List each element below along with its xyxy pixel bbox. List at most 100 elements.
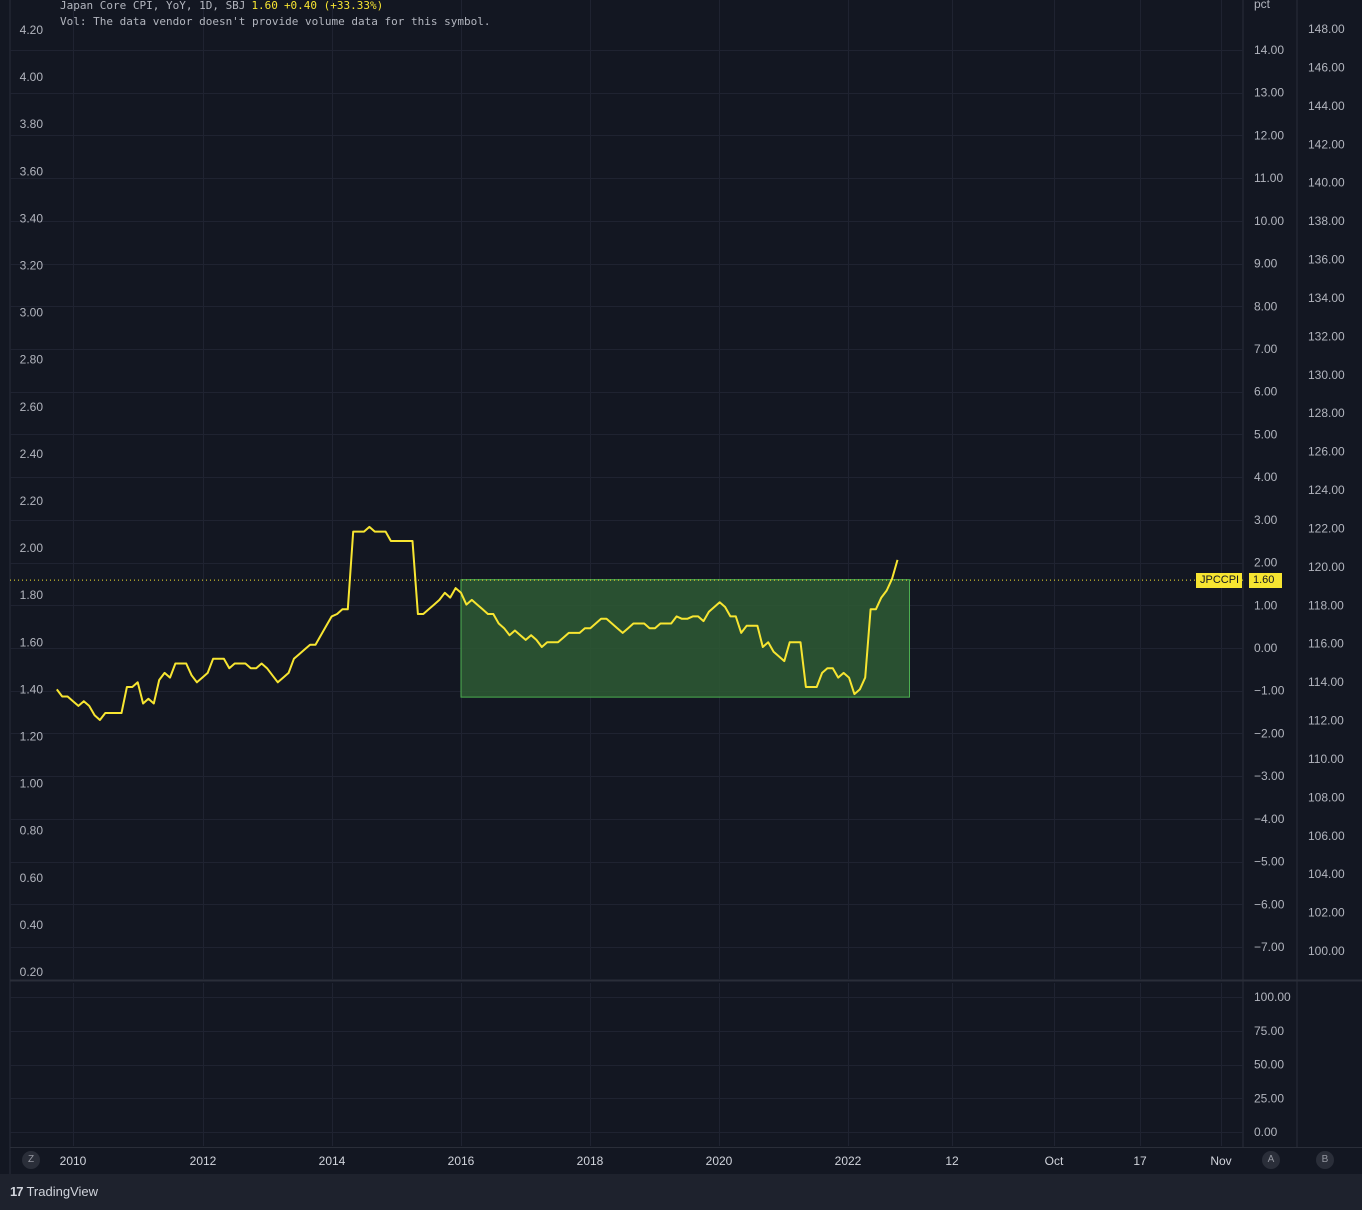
legend-line: Japan Core CPI, YoY, 1D, SBJ 1.60 +0.40 (+… <box>60 0 383 12</box>
x-tick-label: 12 <box>945 1154 959 1168</box>
right-axis-tick: 130.00 <box>1308 368 1345 382</box>
pane-button-b[interactable]: B <box>1316 1151 1334 1169</box>
left-axis-tick: 2.20 <box>20 494 44 508</box>
pct-axis-tick: 2.00 <box>1254 556 1278 570</box>
pct-axis-tick: −3.00 <box>1254 769 1285 783</box>
right-axis-tick: 118.00 <box>1308 598 1344 612</box>
pct-axis-tick: −5.00 <box>1254 855 1285 869</box>
tradingview-logo-icon: 17 <box>10 1184 24 1199</box>
right-axis-tick: 142.00 <box>1308 137 1345 151</box>
left-axis-tick: 0.60 <box>20 871 44 885</box>
pct-axis-tick: −4.00 <box>1254 812 1285 826</box>
x-tick-label: 2016 <box>448 1154 475 1168</box>
x-tick-label: 17 <box>1133 1154 1147 1168</box>
x-tick-label: 2014 <box>319 1154 346 1168</box>
right-axis-tick: 134.00 <box>1308 291 1345 305</box>
pct-axis-tick: 10.00 <box>1254 214 1284 228</box>
left-axis-tick: 2.40 <box>20 447 44 461</box>
pct-axis-tick: 6.00 <box>1254 385 1278 399</box>
x-tick-label: 2012 <box>190 1154 217 1168</box>
pct-axis-tick: −2.00 <box>1254 726 1285 740</box>
x-tick-label: Nov <box>1210 1154 1231 1168</box>
pct-axis-tick: 12.00 <box>1254 128 1284 142</box>
left-axis-tick: 1.00 <box>20 777 44 791</box>
left-axis-tick: 2.60 <box>20 400 44 414</box>
left-axis-tick: 3.60 <box>20 164 44 178</box>
left-axis-tick: 0.40 <box>20 918 44 932</box>
lower-axis-tick: 100.00 <box>1254 990 1291 1004</box>
x-tick-label: 2010 <box>60 1154 87 1168</box>
pct-axis-tick: −7.00 <box>1254 940 1285 954</box>
lower-axis-tick: 50.00 <box>1254 1058 1284 1072</box>
left-axis-tick: 2.00 <box>20 541 44 555</box>
right-axis-tick: 114.00 <box>1308 675 1344 689</box>
pct-axis-tick: 5.00 <box>1254 427 1278 441</box>
lower-axis-tick: 25.00 <box>1254 1091 1284 1105</box>
right-axis-tick: 122.00 <box>1308 521 1345 535</box>
right-axis-tick: 100.00 <box>1308 944 1345 958</box>
last-price-tag: 1.60 <box>1249 573 1282 588</box>
right-axis-tick: 140.00 <box>1308 176 1345 190</box>
x-tick-label: 2020 <box>706 1154 733 1168</box>
chart-canvas[interactable]: 2010 2012 2014 2016 2018 2020 2022 12 Oct 17 Nov 4.… <box>0 0 1362 1174</box>
lower-axis-tick: 75.00 <box>1254 1024 1284 1038</box>
pct-axis-tick: 14.00 <box>1254 43 1284 57</box>
right-axis-tick: 132.00 <box>1308 329 1345 343</box>
pct-axis-tick: 3.00 <box>1254 513 1278 527</box>
right-axis-tick: 128.00 <box>1308 406 1345 420</box>
legend-title: Japan Core CPI, YoY, 1D, SBJ <box>60 0 246 12</box>
lower-axis-tick: 0.00 <box>1254 1125 1278 1139</box>
right-axis-tick: 124.00 <box>1308 483 1345 497</box>
left-axis-tick: 1.80 <box>20 588 44 602</box>
left-axis-tick: 2.80 <box>20 353 44 367</box>
right-axis-tick: 136.00 <box>1308 253 1345 267</box>
pct-axis-label: pct <box>1254 0 1271 11</box>
pct-axis-tick: 1.00 <box>1254 598 1278 612</box>
right-axis-tick: 108.00 <box>1308 790 1345 804</box>
x-tick-label: 2018 <box>577 1154 604 1168</box>
right-axis-tick: 148.00 <box>1308 22 1345 36</box>
x-tick-label: 2022 <box>835 1154 862 1168</box>
legend-change: +0.40 (+33.33%) <box>283 0 384 12</box>
right-axis-tick: 138.00 <box>1308 214 1345 228</box>
pct-axis-tick: −6.00 <box>1254 897 1285 911</box>
right-axis-tick: 106.00 <box>1308 829 1345 843</box>
right-axis-tick: 146.00 <box>1308 60 1345 74</box>
left-axis-tick: 0.20 <box>20 965 44 979</box>
pct-axis-tick: 8.00 <box>1254 299 1278 313</box>
left-axis-tick: 0.80 <box>20 824 44 838</box>
right-axis-tick: 120.00 <box>1308 560 1345 574</box>
pane-button-a[interactable]: A <box>1262 1151 1280 1169</box>
pct-axis-tick: −1.00 <box>1254 684 1285 698</box>
pct-axis-tick: 0.00 <box>1254 641 1278 655</box>
right-axis-tick: 116.00 <box>1308 637 1344 651</box>
right-axis-tick: 112.00 <box>1308 714 1344 728</box>
legend-volume-note: Vol: The data vendor doesn't provide vol… <box>60 15 491 28</box>
left-axis-tick: 4.20 <box>20 23 44 37</box>
legend-last-value: 1.60 <box>251 0 278 12</box>
footer-bar: 17 TradingView <box>0 1174 1362 1210</box>
pct-axis-tick: 9.00 <box>1254 257 1278 271</box>
pct-axis-tick: 13.00 <box>1254 86 1284 100</box>
pane-button-z[interactable]: Z <box>22 1151 40 1169</box>
pct-axis-tick: 11.00 <box>1254 171 1283 185</box>
right-axis-tick: 104.00 <box>1308 867 1345 881</box>
symbol-price-tag: JPCCPI <box>1196 573 1242 588</box>
left-axis-tick: 1.60 <box>20 635 44 649</box>
tradingview-brand[interactable]: 17 TradingView <box>10 1184 98 1199</box>
left-axis-tick: 3.80 <box>20 117 44 131</box>
left-axis-tick: 4.00 <box>20 70 44 84</box>
brand-label: TradingView <box>26 1184 99 1199</box>
left-axis-tick: 3.00 <box>20 306 44 320</box>
pct-axis-tick: 7.00 <box>1254 342 1278 356</box>
pct-axis-tick: 4.00 <box>1254 470 1278 484</box>
left-axis-tick: 3.20 <box>20 259 44 273</box>
right-axis-tick: 102.00 <box>1308 906 1345 920</box>
right-axis-tick: 144.00 <box>1308 99 1345 113</box>
x-tick-label: Oct <box>1045 1154 1064 1168</box>
left-axis-tick: 3.40 <box>20 211 44 225</box>
left-axis-tick: 1.40 <box>20 682 44 696</box>
left-axis-tick: 1.20 <box>20 730 44 744</box>
right-axis-tick: 126.00 <box>1308 445 1345 459</box>
right-axis-tick: 110.00 <box>1308 752 1344 766</box>
